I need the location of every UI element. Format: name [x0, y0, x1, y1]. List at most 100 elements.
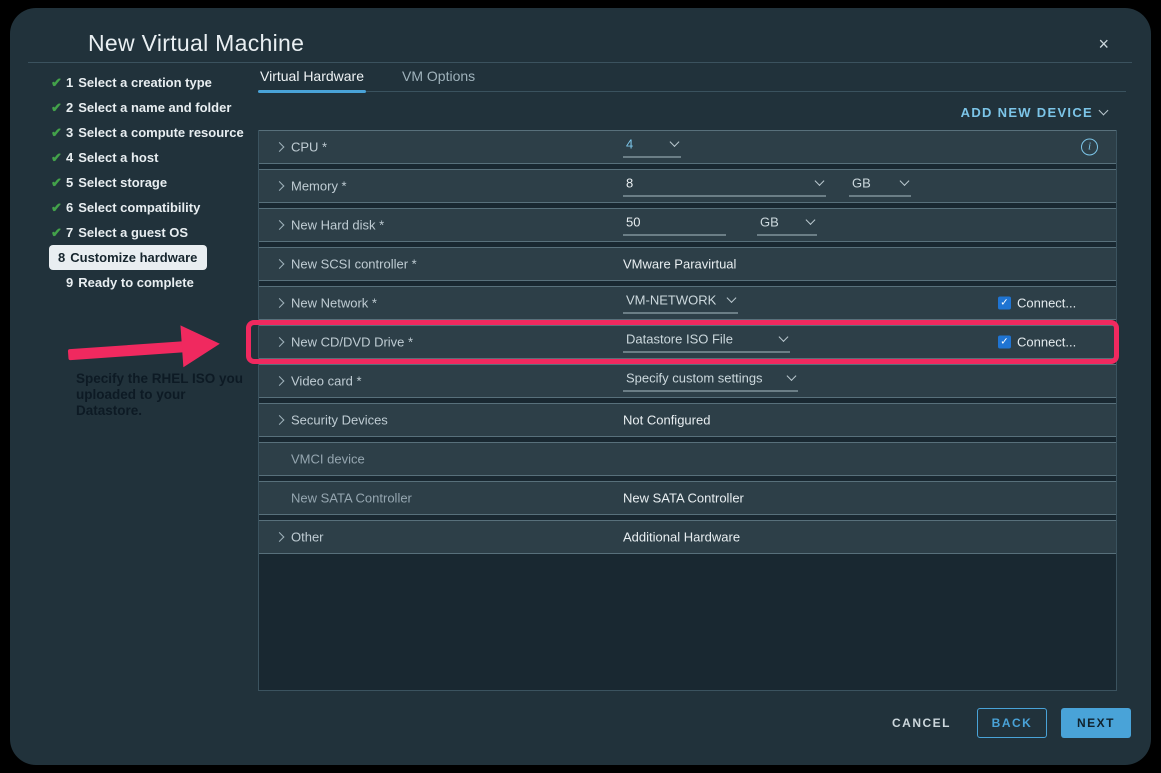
step-check-icon: ✔: [50, 200, 66, 216]
chevron-down-icon: [787, 371, 797, 381]
hardware-row-new-sata-controller: New SATA ControllerNew SATA Controller: [259, 481, 1116, 515]
connect-checkbox[interactable]: ✓Connect...: [998, 335, 1076, 350]
chevron-down-icon: [900, 176, 910, 186]
control-value: 4: [626, 137, 633, 152]
back-button[interactable]: BACK: [977, 708, 1047, 738]
chevron-down-icon: [727, 293, 737, 303]
step-label: Select a creation type: [78, 75, 212, 90]
expand-chevron-icon[interactable]: [275, 259, 285, 269]
hardware-row-video-card: Video card * Specify custom settings: [259, 364, 1116, 398]
new-vm-dialog: New Virtual Machine × ✔1Select a creatio…: [10, 8, 1151, 765]
wizard-step-9[interactable]: 9 Ready to complete: [50, 270, 260, 295]
wizard-step-8[interactable]: 8 Customize hardware: [49, 245, 207, 270]
new-hard-disk-input[interactable]: 50: [623, 215, 726, 236]
wizard-step-5[interactable]: ✔5Select storage: [50, 170, 260, 195]
tab-vm-options[interactable]: VM Options: [400, 66, 477, 91]
annotation-text: Specify the RHEL ISO you uploaded to you…: [76, 371, 254, 419]
row-label: Video card *: [291, 374, 362, 389]
step-number: 1: [66, 75, 73, 90]
wizard-step-7[interactable]: ✔7 Select a guest OS: [50, 220, 260, 245]
step-check-icon: ✔: [50, 225, 66, 241]
arrow-head: [180, 323, 221, 368]
memory-unit-select[interactable]: GB: [849, 176, 911, 197]
expand-chevron-icon[interactable]: [275, 415, 285, 425]
step-number: 7: [66, 225, 73, 240]
expand-chevron-icon[interactable]: [275, 181, 285, 191]
tab-virtual-hardware[interactable]: Virtual Hardware: [258, 66, 366, 91]
new-network-select[interactable]: VM-NETWORK: [623, 293, 738, 314]
step-label: Select a guest OS: [78, 225, 188, 240]
step-number: 4: [66, 150, 73, 165]
wizard-steps: ✔1Select a creation type✔2Select a name …: [50, 70, 260, 295]
close-icon[interactable]: ×: [1098, 34, 1109, 55]
arrow-shaft: [68, 341, 186, 360]
cpu-select[interactable]: 4: [623, 137, 681, 158]
next-button[interactable]: NEXT: [1061, 708, 1131, 738]
add-new-device-label: ADD NEW DEVICE: [961, 105, 1093, 120]
row-label: New Hard disk *: [291, 218, 384, 233]
new-cd-dvd-drive-select[interactable]: Datastore ISO File: [623, 332, 790, 353]
step-label: Select a compute resource: [78, 125, 243, 140]
title-divider: [28, 62, 1132, 63]
wizard-step-2[interactable]: ✔2Select a name and folder: [50, 95, 260, 120]
step-label: Customize hardware: [70, 250, 197, 265]
add-new-device-button[interactable]: ADD NEW DEVICE: [961, 105, 1107, 120]
control-value: 50: [626, 215, 640, 230]
control-value: VM-NETWORK: [626, 293, 716, 308]
row-label: Other: [291, 530, 324, 545]
step-check-icon: ✔: [50, 175, 66, 191]
new-hard-disk-unit-select[interactable]: GB: [757, 215, 817, 236]
expand-chevron-icon[interactable]: [275, 142, 285, 152]
info-icon[interactable]: i: [1081, 139, 1098, 156]
step-label: Select a host: [78, 150, 158, 165]
step-check-icon: ✔: [50, 125, 66, 141]
expand-chevron-icon[interactable]: [275, 532, 285, 542]
chevron-down-icon: [670, 137, 680, 147]
row-label: Memory *: [291, 179, 347, 194]
hardware-row-new-network: New Network *VM-NETWORK✓Connect...: [259, 286, 1116, 320]
hardware-row-other: Other Additional Hardware: [259, 520, 1116, 554]
row-label: New SATA Controller: [291, 491, 412, 506]
connect-checkbox[interactable]: ✓Connect...: [998, 296, 1076, 311]
video-card-select[interactable]: Specify custom settings: [623, 371, 798, 392]
tab-bar: Virtual Hardware VM Options: [258, 66, 1126, 92]
footer-actions: CANCEL BACK NEXT: [892, 708, 1131, 738]
row-label: Security Devices: [291, 413, 388, 428]
row-label: CPU *: [291, 140, 327, 155]
step-label: Select storage: [78, 175, 167, 190]
wizard-step-6[interactable]: ✔6Select compatibility: [50, 195, 260, 220]
step-check-icon: ✔: [50, 75, 66, 91]
checkbox-checked-icon: ✓: [998, 336, 1011, 349]
chevron-down-icon: [779, 332, 789, 342]
wizard-step-4[interactable]: ✔4Select a host: [50, 145, 260, 170]
step-label: Ready to complete: [78, 275, 194, 290]
step-label: Select compatibility: [78, 200, 200, 215]
row-value: Additional Hardware: [623, 530, 740, 545]
expand-chevron-icon[interactable]: [275, 376, 285, 386]
annotation-arrow-icon: [67, 323, 222, 376]
step-check-icon: ✔: [50, 100, 66, 116]
unit-value: GB: [852, 176, 871, 191]
memory-select[interactable]: 8: [623, 176, 826, 197]
wizard-step-3[interactable]: ✔3Select a compute resource: [50, 120, 260, 145]
hardware-row-new-cd-dvd-drive: New CD/DVD Drive *Datastore ISO File✓Con…: [259, 325, 1116, 359]
control-value: 8: [626, 176, 633, 191]
step-number: 9: [66, 275, 73, 290]
hardware-row-cpu: CPU * 4 i: [259, 130, 1116, 164]
expand-chevron-icon[interactable]: [275, 337, 285, 347]
wizard-step-1[interactable]: ✔1 Select a creation type: [50, 70, 260, 95]
control-value: Specify custom settings: [626, 371, 763, 386]
chevron-down-icon: [806, 215, 816, 225]
hardware-row-vmci-device: VMCI device: [259, 442, 1116, 476]
expand-chevron-icon[interactable]: [275, 298, 285, 308]
step-number: 8: [58, 250, 65, 265]
step-number: 2: [66, 100, 73, 115]
chevron-down-icon: [1099, 106, 1109, 116]
expand-chevron-icon[interactable]: [275, 220, 285, 230]
hardware-row-security-devices: Security DevicesNot Configured: [259, 403, 1116, 437]
cancel-button[interactable]: CANCEL: [892, 708, 951, 738]
row-label: New SCSI controller *: [291, 257, 417, 272]
hardware-row-memory: Memory * 8 GB: [259, 169, 1116, 203]
dialog-title: New Virtual Machine: [88, 30, 304, 57]
connect-label: Connect...: [1017, 296, 1076, 311]
